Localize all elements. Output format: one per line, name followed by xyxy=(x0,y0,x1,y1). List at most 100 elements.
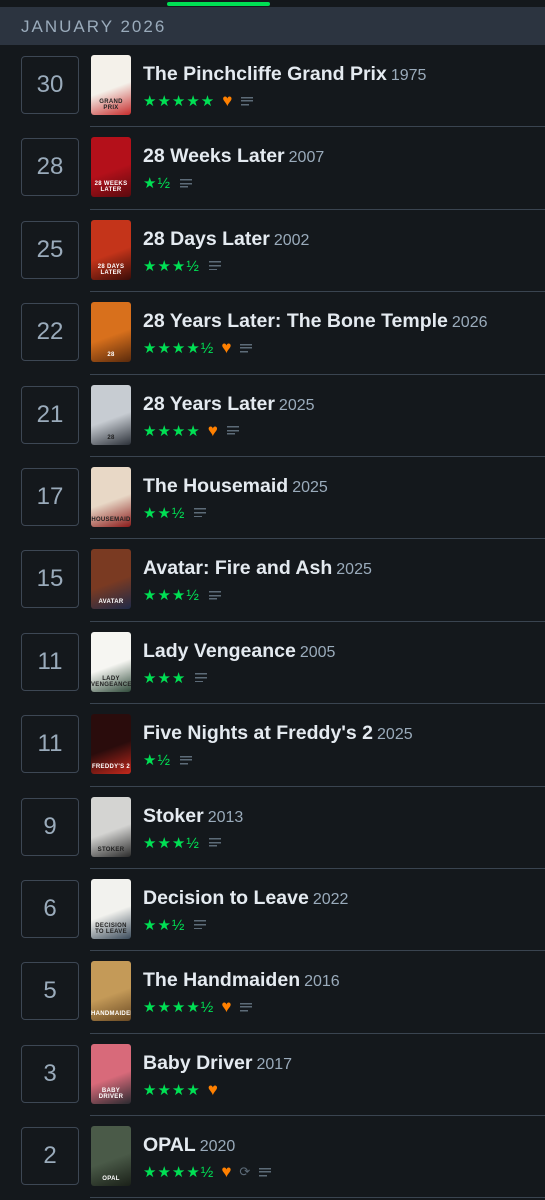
title-line: Avatar: Fire and Ash 2025 xyxy=(143,556,545,582)
film-poster[interactable]: LADY VENGEANCE xyxy=(91,631,131,692)
review-lines-icon[interactable] xyxy=(194,920,207,930)
entry-day[interactable]: 9 xyxy=(21,797,79,856)
film-poster[interactable]: STOKER xyxy=(91,796,131,857)
diary-entry[interactable]: 5 HANDMAIDEN The Handmaiden 2016 ★★★★½ ♥ xyxy=(0,951,545,1035)
entry-meta: ★★★★★ ♥ xyxy=(143,91,545,110)
film-year[interactable]: 2017 xyxy=(256,1056,292,1073)
review-lines-icon[interactable] xyxy=(226,426,239,436)
diary-entry[interactable]: 2 OPAL OPAL 2020 ★★★★½ ♥ ⟳ xyxy=(0,1116,545,1199)
film-title[interactable]: The Handmaiden xyxy=(143,969,300,991)
film-poster[interactable]: OPAL xyxy=(91,1126,131,1187)
film-poster[interactable]: BABY DRIVER xyxy=(91,1043,131,1104)
diary-entry[interactable]: 28 28 WEEKS LATER 28 Weeks Later 2007 ★½ xyxy=(0,127,545,211)
film-year[interactable]: 2005 xyxy=(300,644,336,661)
review-lines-icon[interactable] xyxy=(259,1167,272,1177)
review-lines-icon[interactable] xyxy=(241,96,254,106)
entry-day[interactable]: 22 xyxy=(21,303,79,362)
review-lines-icon[interactable] xyxy=(208,261,221,271)
entry-day[interactable]: 6 xyxy=(21,879,79,938)
film-title[interactable]: 28 Days Later xyxy=(143,228,270,250)
entry-day[interactable]: 2 xyxy=(21,1127,79,1186)
film-year[interactable]: 2002 xyxy=(274,232,310,249)
review-lines-icon[interactable] xyxy=(240,1002,253,1012)
entry-day[interactable]: 25 xyxy=(21,220,79,279)
film-year[interactable]: 1975 xyxy=(391,67,427,84)
film-year[interactable]: 2013 xyxy=(208,809,244,826)
review-lines-icon[interactable] xyxy=(195,673,208,683)
film-title[interactable]: 28 Years Later xyxy=(143,393,275,415)
entry-day[interactable]: 17 xyxy=(21,467,79,526)
film-poster[interactable]: FREDDY'S 2 xyxy=(91,714,131,775)
film-title[interactable]: Stoker xyxy=(143,805,204,827)
film-year[interactable]: 2020 xyxy=(200,1138,236,1155)
title-line: Baby Driver 2017 xyxy=(143,1051,545,1077)
film-title[interactable]: Avatar: Fire and Ash xyxy=(143,557,332,579)
review-lines-icon[interactable] xyxy=(194,508,207,518)
film-title[interactable]: Decision to Leave xyxy=(143,887,309,909)
entry-meta: ★★★★½ ♥ xyxy=(143,339,545,357)
poster-title: STOKER xyxy=(97,846,125,853)
title-line: The Handmaiden 2016 xyxy=(143,968,545,994)
diary-entry[interactable]: 9 STOKER Stoker 2013 ★★★½ xyxy=(0,787,545,870)
film-poster[interactable]: HANDMAIDEN xyxy=(91,961,131,1022)
review-lines-icon[interactable] xyxy=(179,755,192,765)
film-year[interactable]: 2025 xyxy=(336,561,372,578)
entry-info: 28 Days Later 2002 ★★★½ xyxy=(143,227,545,275)
film-poster[interactable]: 28 DAYS LATER xyxy=(91,219,131,280)
film-poster[interactable]: 28 WEEKS LATER xyxy=(91,137,131,198)
entry-day[interactable]: 11 xyxy=(21,632,79,691)
diary-entry[interactable]: 11 LADY VENGEANCE Lady Vengeance 2005 ★★★ xyxy=(0,622,545,705)
diary-entry[interactable]: 6 DECISION TO LEAVE Decision to Leave 2022 ★… xyxy=(0,869,545,952)
film-title[interactable]: The Pinchcliffe Grand Prix xyxy=(143,63,387,85)
poster-title: 28 WEEKS LATER xyxy=(94,181,128,194)
heart-icon: ♥ xyxy=(222,91,233,110)
film-poster[interactable]: 28 xyxy=(91,302,131,363)
film-poster[interactable]: AVATAR xyxy=(91,549,131,610)
entry-meta: ★★★ xyxy=(143,670,545,687)
diary-entry[interactable]: 25 28 DAYS LATER 28 Days Later 2002 ★★★½ xyxy=(0,210,545,293)
review-lines-icon[interactable] xyxy=(208,838,221,848)
review-lines-icon[interactable] xyxy=(240,343,253,353)
entry-info: OPAL 2020 ★★★★½ ♥ ⟳ xyxy=(143,1133,545,1181)
film-title[interactable]: Lady Vengeance xyxy=(143,640,296,662)
film-year[interactable]: 2025 xyxy=(377,726,413,743)
film-title[interactable]: Five Nights at Freddy's 2 xyxy=(143,722,373,744)
diary-entry[interactable]: 3 BABY DRIVER Baby Driver 2017 ★★★★ ♥ xyxy=(0,1034,545,1117)
entry-day[interactable]: 30 xyxy=(21,56,79,114)
film-poster[interactable]: DECISION TO LEAVE xyxy=(91,878,131,939)
review-lines-icon[interactable] xyxy=(179,178,192,188)
diary-entry[interactable]: 11 FREDDY'S 2 Five Nights at Freddy's 2 202… xyxy=(0,704,545,787)
entry-day[interactable]: 3 xyxy=(21,1044,79,1103)
review-lines-icon[interactable] xyxy=(208,590,221,600)
diary-entry[interactable]: 17 HOUSEMAID The Housemaid 2025 ★★½ xyxy=(0,457,545,540)
diary-entry[interactable]: 15 AVATAR Avatar: Fire and Ash 2025 ★★★½ xyxy=(0,539,545,623)
entry-day[interactable]: 11 xyxy=(21,715,79,774)
film-year[interactable]: 2007 xyxy=(289,149,325,166)
entry-meta: ★★★★½ ♥ xyxy=(143,998,545,1016)
star-rating: ★½ xyxy=(143,752,171,770)
film-title[interactable]: 28 Weeks Later xyxy=(143,145,285,167)
film-title[interactable]: 28 Years Later: The Bone Temple xyxy=(143,310,448,332)
diary-entry[interactable]: 22 28 28 Years Later: The Bone Temple 2026 ★… xyxy=(0,292,545,375)
film-year[interactable]: 2022 xyxy=(313,891,349,908)
title-line: Five Nights at Freddy's 2 2025 xyxy=(143,721,545,747)
film-title[interactable]: OPAL xyxy=(143,1134,196,1156)
film-poster[interactable]: 28 xyxy=(91,384,131,445)
film-year[interactable]: 2025 xyxy=(279,397,315,414)
entry-day[interactable]: 28 xyxy=(21,138,79,197)
film-title[interactable]: Baby Driver xyxy=(143,1052,252,1074)
poster-title: 28 xyxy=(107,434,115,441)
diary-entry[interactable]: 21 28 28 Years Later 2025 ★★★★ ♥ xyxy=(0,375,545,458)
film-year[interactable]: 2016 xyxy=(304,973,340,990)
entry-day[interactable]: 5 xyxy=(21,962,79,1021)
film-year[interactable]: 2025 xyxy=(292,479,328,496)
diary-entry[interactable]: 30 GRAND PRIX The Pinchcliffe Grand Prix 19… xyxy=(0,45,545,128)
entry-day[interactable]: 21 xyxy=(21,385,79,444)
film-year[interactable]: 2026 xyxy=(452,314,488,331)
film-poster[interactable]: GRAND PRIX xyxy=(91,55,131,115)
star-rating: ★★★★★ xyxy=(143,93,216,110)
film-title[interactable]: The Housemaid xyxy=(143,475,288,497)
entry-day[interactable]: 15 xyxy=(21,550,79,609)
film-poster[interactable]: HOUSEMAID xyxy=(91,466,131,527)
entry-info: 28 Weeks Later 2007 ★½ xyxy=(143,144,545,192)
